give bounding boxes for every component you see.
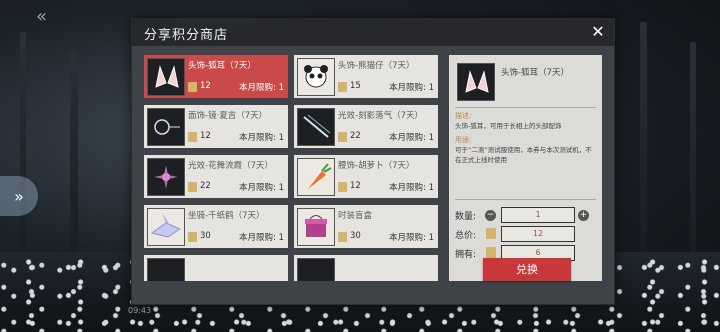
shop-item-card[interactable]: 时装盲盒 30 本月限购: 1 [294,205,438,248]
decrease-quantity-button[interactable]: − [485,210,496,221]
point-ticket-icon [338,132,347,142]
fox-ears-icon [457,63,495,101]
point-ticket-icon [338,82,347,92]
item-price: 30 [200,231,211,241]
item-limit: 本月限购: 1 [389,183,434,193]
plus-icon: + [579,210,588,220]
item-limit: 本月限购: 1 [389,133,434,143]
item-detail-panel: 头饰-狐耳（7天） 描述: 头饰-狐耳，可用于长相上的头部配饰 用途: 可于“二… [449,55,602,281]
fox-ears-icon [147,58,185,96]
point-ticket-icon [338,182,347,192]
time-readout: 09:43 [128,306,152,315]
flower-light-icon [147,158,185,196]
close-button[interactable]: ✕ [588,22,608,42]
item-name: 光效-刻影落气（7天） [338,111,423,121]
item-limit: 本月限购: 1 [389,83,434,93]
item-price: 12 [200,131,211,141]
item-icon [147,258,185,281]
usage-label: 用途: [455,136,472,144]
shop-item-card[interactable]: 光效-刻影落气（7天） 22 本月限购: 1 [294,105,438,148]
point-ticket-icon [188,82,197,92]
item-price: 30 [350,231,361,241]
total-price-label: 总价: [455,231,477,241]
item-limit: 本月限购: 1 [239,133,284,143]
shop-item-card[interactable]: 头饰-狐耳（7天） 12 本月限购: 1 [144,55,288,98]
item-name: 时装盲盒 [338,211,373,221]
monocle-icon [147,108,185,146]
carrot-icon [297,158,335,196]
close-icon: ✕ [591,22,605,41]
item-price: 15 [350,81,361,91]
panel-header: 分享积分商店 ✕ [132,19,614,46]
divider [455,199,596,200]
quantity-label: 数量: [455,212,477,222]
sword-light-icon [297,108,335,146]
point-ticket-icon [188,132,197,142]
panda-icon [297,58,335,96]
shop-item-card[interactable]: 腰饰-胡萝卜（7天） 12 本月限购: 1 [294,155,438,198]
point-ticket-icon [188,232,197,242]
share-points-shop-panel: 分享积分商店 ✕ 头饰-狐耳（7天） 12 本月限购: 1 头饰-熊猫仔（7天）… [131,18,615,305]
item-limit: 本月限购: 1 [239,233,284,243]
item-name: 头饰-狐耳（7天） [188,61,256,71]
minus-icon: − [486,210,495,220]
item-price: 12 [200,81,211,91]
chevron-right-icon: » [14,186,24,206]
shop-item-card[interactable]: 面饰-镜·夏吉（7天） 12 本月限购: 1 [144,105,288,148]
description-label: 描述: [455,112,472,120]
detail-item-name: 头饰-狐耳（7天） [501,68,569,78]
shop-item-card[interactable] [294,255,438,281]
item-limit: 本月限购: 1 [239,83,284,93]
shop-item-card[interactable]: 头饰-熊猫仔（7天） 15 本月限购: 1 [294,55,438,98]
back-arrow-icon[interactable]: « [36,6,47,27]
item-price: 22 [350,131,361,141]
item-name: 光效-花舞流霞（7天） [188,161,273,171]
total-price-field: 12 [501,226,575,242]
item-name: 面饰-镜·夏吉（7天） [188,111,268,121]
item-price: 22 [200,181,211,191]
item-name: 头饰-熊猫仔（7天） [338,61,415,71]
usage-text: 可于“二测”测试服使用，本券与本次测试机，不在正式上线时使用 [455,146,592,164]
item-limit: 本月限购: 1 [389,233,434,243]
increase-quantity-button[interactable]: + [578,210,589,221]
item-icon [297,258,335,281]
item-limit: 本月限购: 1 [239,183,284,193]
point-ticket-icon [486,247,496,258]
shop-item-card[interactable]: 坐骑-千纸鹤（7天） 30 本月限购: 1 [144,205,288,248]
item-name: 腰饰-胡萝卜（7天） [338,161,415,171]
exchange-button[interactable]: 兑换 [483,258,571,281]
point-ticket-icon [338,232,347,242]
blind-box-icon [297,208,335,246]
shop-item-card[interactable]: 光效-花舞流霞（7天） 22 本月限购: 1 [144,155,288,198]
point-ticket-icon [486,228,496,239]
item-name: 坐骑-千纸鹤（7天） [188,211,265,221]
owned-label: 拥有: [455,250,477,260]
description-text: 头饰-狐耳，可用于长相上的头部配饰 [455,122,562,130]
quantity-field[interactable]: 1 [501,207,575,223]
point-ticket-icon [188,182,197,192]
item-price: 12 [350,181,361,191]
paper-crane-icon [147,208,185,246]
divider [455,107,596,108]
shop-item-card[interactable] [144,255,288,281]
item-list[interactable]: 头饰-狐耳（7天） 12 本月限购: 1 头饰-熊猫仔（7天） 15 本月限购:… [144,55,444,281]
panel-title: 分享积分商店 [144,28,229,43]
